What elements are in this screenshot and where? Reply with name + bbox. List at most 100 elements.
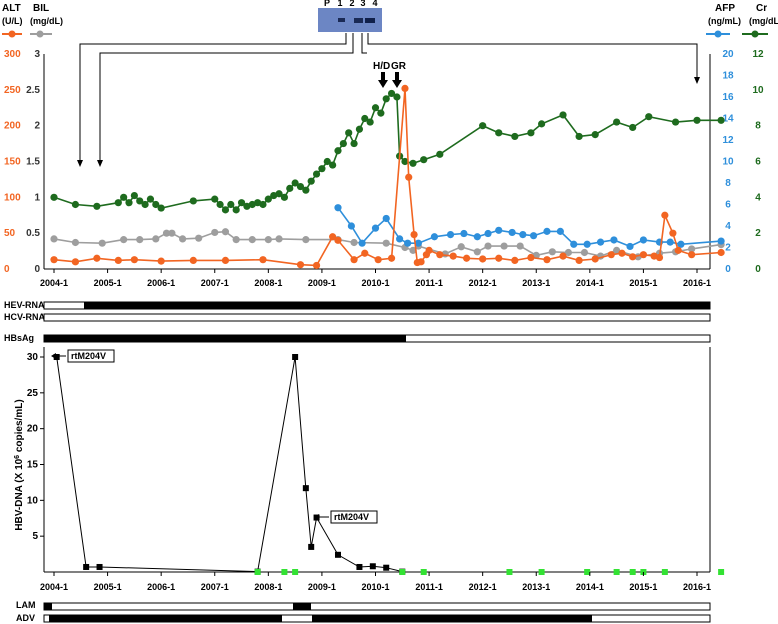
alt-point: [189, 256, 197, 264]
alt-point: [374, 256, 382, 264]
afp-point: [639, 236, 648, 244]
cr-point: [93, 202, 101, 210]
mutation-annotation-2: rtM204V: [314, 510, 378, 524]
bil-point: [136, 236, 144, 244]
alt-tick-label: 300: [4, 49, 21, 60]
bil-tick-label: 0: [34, 264, 40, 275]
afp-point: [446, 231, 455, 239]
cr-point: [511, 132, 519, 141]
afp-point: [396, 235, 404, 243]
bil-tick-label: 2.5: [26, 85, 40, 96]
hbv-undetectable-point: [613, 569, 620, 575]
cr-tick-label: 0: [755, 264, 761, 275]
afp-tick-label: 10: [722, 157, 734, 168]
blot-band: [354, 18, 363, 23]
cr-point: [377, 109, 385, 117]
event-annotation: H/D GR: [373, 61, 407, 88]
blot-lane-label: 1: [337, 0, 342, 8]
afp-legend-label: AFP: [715, 3, 735, 14]
alt-point: [114, 256, 122, 264]
cr-tick-label: 2: [755, 228, 761, 239]
top-x-tick-label: 2010-1: [361, 278, 389, 288]
hbv-undetectable-point: [661, 569, 668, 575]
cr-point: [114, 199, 122, 207]
afp-point: [570, 240, 578, 248]
alt-point: [543, 256, 551, 264]
afp-point: [358, 239, 366, 247]
arrow-marker: [77, 160, 83, 167]
cr-point: [312, 170, 321, 178]
cr-tick-label: 6: [755, 157, 761, 168]
cr-point: [120, 193, 128, 201]
top-x-tick-label: 2014-1: [576, 278, 604, 288]
cr-point: [125, 199, 133, 207]
hbv-y-tick-label: 30: [27, 352, 39, 363]
alt-point: [717, 248, 725, 257]
cr-point: [409, 159, 417, 167]
alt-point: [527, 253, 535, 262]
afp-tick-label: 20: [722, 49, 734, 60]
top-x-tick-label: 2004-1: [40, 278, 68, 288]
alt-tick-label: 250: [4, 85, 21, 96]
bil-point: [382, 239, 390, 247]
afp-point: [583, 240, 591, 248]
alt-point: [559, 252, 567, 260]
alt-point: [296, 261, 305, 269]
cr-point: [591, 131, 599, 139]
hev-label: HEV-RNA: [4, 300, 45, 310]
bil-tick-label: 3: [34, 49, 40, 60]
afp-point: [484, 229, 492, 238]
afp-tick-label: 0: [725, 264, 731, 275]
cr-point: [671, 118, 680, 126]
top-x-tick-label: 2012-1: [469, 278, 497, 288]
afp-point: [717, 237, 725, 245]
alt-point: [401, 84, 409, 92]
cr-point: [527, 129, 535, 137]
alt-point: [661, 211, 669, 219]
hbv-point: [334, 551, 341, 558]
cr-point: [146, 195, 155, 203]
legend-left: ALT (U/L) BIL (mg/dL): [2, 3, 63, 38]
alt-point: [436, 251, 444, 259]
top-x-axis: 2004-1 2005-1 2006-1 2007-1 2008-1 2009-1 2010…: [40, 269, 711, 288]
bil-tick-label: 2: [34, 121, 40, 132]
afp-point: [508, 228, 516, 237]
bil-point: [580, 248, 589, 257]
adv-span: [312, 615, 592, 622]
cr-point: [613, 118, 621, 126]
cr-point: [495, 129, 503, 137]
bil-point: [168, 229, 176, 237]
cr-series-line: [53, 92, 722, 212]
hbv-undetectable-point: [399, 569, 406, 575]
bil-point: [232, 236, 240, 244]
afp-point: [334, 204, 342, 212]
hbv-y-tick-label: 10: [27, 495, 39, 506]
cr-point: [339, 139, 347, 148]
hbv-undetectable-point: [629, 569, 636, 575]
blot-band: [338, 18, 345, 22]
cr-point: [227, 200, 235, 209]
gr-arrow: [392, 72, 402, 88]
alt-point: [629, 253, 637, 261]
cr-point: [559, 111, 567, 119]
hbv-undetectable-point: [538, 569, 545, 575]
bil-point: [275, 235, 283, 243]
cr-point: [366, 118, 374, 126]
lam-span: [293, 603, 311, 610]
hbv-point: [356, 563, 363, 570]
alt-point: [50, 256, 58, 264]
hcv-bar-outline: [43, 313, 711, 322]
hd-arrow: [378, 72, 388, 88]
cr-point: [189, 197, 197, 205]
cr-point: [141, 200, 149, 209]
bottom-x-tick-label: 2012-1: [469, 582, 497, 592]
alt-point: [259, 256, 267, 264]
blot-lane-label: 4: [372, 0, 377, 8]
hbv-point: [302, 485, 309, 492]
bil-point: [98, 239, 106, 247]
bil-point: [221, 228, 230, 236]
cr-point: [50, 193, 58, 201]
cr-point: [71, 200, 80, 209]
alt-point: [674, 246, 682, 254]
cr-point: [286, 184, 294, 192]
